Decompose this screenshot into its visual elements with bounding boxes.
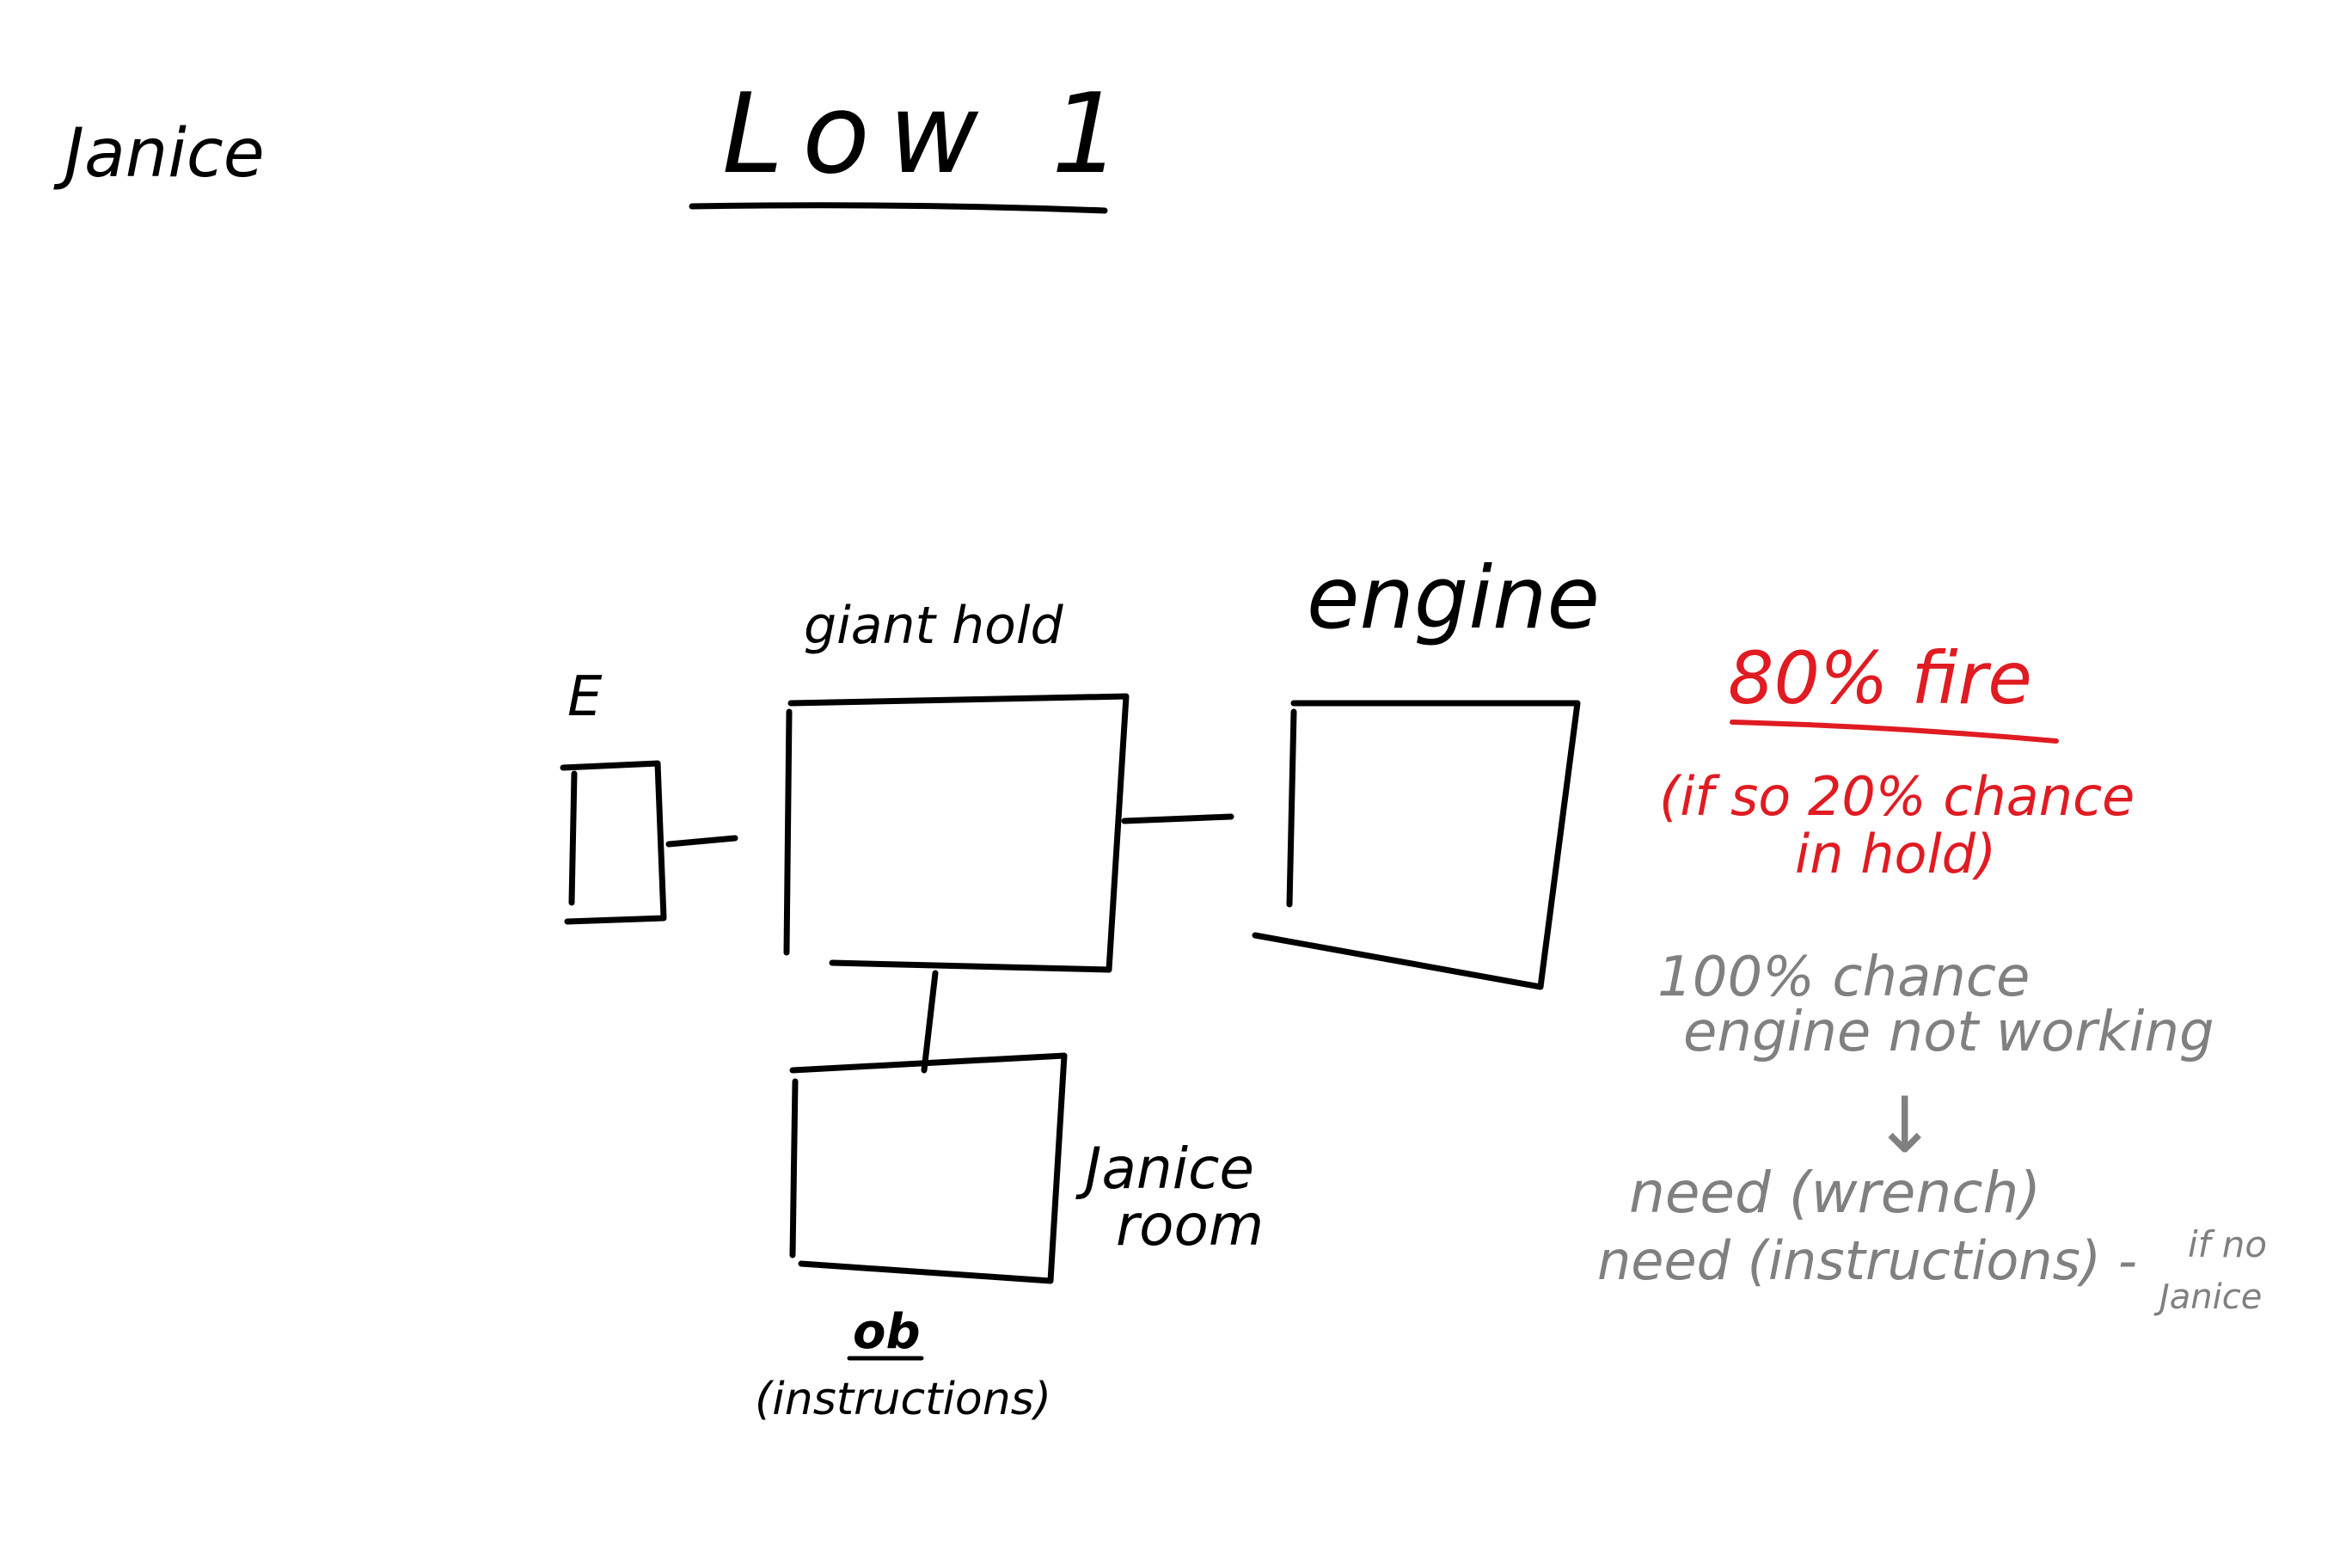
janice-room-box: [789, 1052, 1068, 1284]
giant-hold-label: giant hold: [804, 596, 1064, 656]
janice-room-label-line2: room: [1116, 1192, 1264, 1259]
need-instructions: need (instructions) -: [1597, 1229, 2137, 1292]
fire-sub-line1: (if so 20% chance: [1659, 765, 2135, 828]
room-e-label: E: [567, 665, 603, 729]
room-e-box: [560, 760, 667, 925]
title-underline: [689, 202, 1108, 214]
engine-chance-line2: engine not working: [1683, 1001, 2214, 1064]
page-title: Low 1: [722, 70, 1140, 199]
giant-hold-box: [783, 693, 1130, 973]
if-no-line2: Janice: [2153, 1277, 2262, 1317]
fire-note-underline: [1730, 720, 2059, 744]
author-name: Janice: [53, 115, 265, 193]
corridor-hold-janice: [921, 970, 939, 1074]
engine-label: engine: [1307, 548, 1600, 648]
need-wrench: need (wrench): [1629, 1160, 2041, 1226]
whiteboard-canvas: Janice Low 1 E giant hold engine Janice …: [53, 70, 2267, 1425]
fire-sub-line2: in hold): [1795, 823, 1996, 885]
engine-chance-line1: 100% chance: [1657, 946, 2030, 1009]
engine-box: [1252, 700, 1581, 990]
objective-detail: (instructions): [755, 1374, 1051, 1425]
fire-note: 80% fire: [1728, 636, 2032, 720]
corridor-e-hold: [665, 835, 738, 848]
down-arrow-icon: ↓: [1872, 1081, 1937, 1171]
corridor-hold-engine: [1121, 813, 1234, 824]
objective-label: ob: [853, 1304, 921, 1360]
if-no-line1: if no: [2188, 1223, 2267, 1265]
